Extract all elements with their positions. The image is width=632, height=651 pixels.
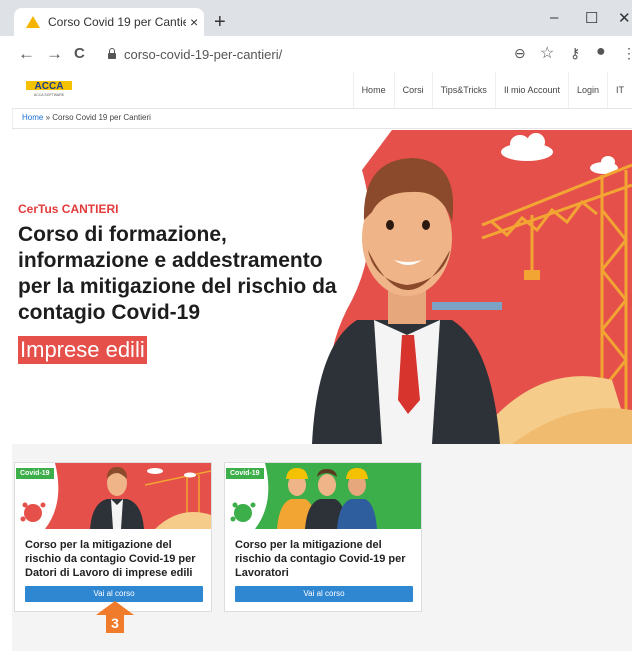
course-card: Covid-19 Corso per la mitigazione del ri…	[14, 462, 212, 612]
acca-logo[interactable]: ACCA ACCA SOFTWARE	[26, 78, 72, 98]
more-menu-icon[interactable]: ⋮	[622, 45, 632, 62]
tab-close-icon[interactable]: ×	[190, 14, 198, 30]
minimize-button[interactable]: –	[550, 9, 558, 26]
step-marker-arrow-icon: 3	[96, 601, 134, 633]
menu-home[interactable]: Home	[352, 72, 394, 108]
menu-tips[interactable]: Tips&Tricks	[431, 72, 495, 108]
url-text[interactable]: corso-covid-19-per-cantieri/	[124, 47, 282, 62]
vai-al-corso-button[interactable]: Vai al corso	[235, 586, 413, 602]
hero-tag: Imprese edili	[18, 336, 147, 364]
bookmark-star-icon[interactable]: ☆	[540, 43, 554, 63]
new-tab-button[interactable]: +	[214, 12, 226, 32]
address-bar[interactable]: corso-covid-19-per-cantieri/	[98, 42, 568, 66]
course-card-title[interactable]: Corso per la mitigazione del rischio da …	[235, 538, 417, 580]
menu-login[interactable]: Login	[567, 72, 607, 108]
address-bar-row: ← → C corso-covid-19-per-cantieri/ ⊖ ☆ ⚷…	[0, 36, 632, 73]
maximize-button[interactable]: ☐	[585, 9, 598, 27]
close-window-button[interactable]: ✕	[618, 9, 631, 27]
browser-tab-strip: Corso Covid 19 per Cantieri - BIM × + – …	[0, 0, 632, 36]
zoom-icon[interactable]: ⊖	[514, 45, 526, 62]
svg-text:ACCA SOFTWARE: ACCA SOFTWARE	[34, 93, 65, 97]
course-card: Covid-19 Corso per la mitigazione del ri…	[224, 462, 422, 612]
step-number: 3	[111, 615, 119, 631]
covid-badge: Covid-19	[16, 468, 54, 479]
key-icon[interactable]: ⚷	[570, 45, 580, 62]
tab-title: Corso Covid 19 per Cantieri - BIM	[48, 15, 186, 29]
course-card-title[interactable]: Corso per la mitigazione del rischio da …	[25, 538, 207, 580]
vai-al-corso-button[interactable]: Vai al corso	[25, 586, 203, 602]
breadcrumb-home-link[interactable]: Home	[22, 113, 43, 122]
forward-button[interactable]: →	[46, 44, 63, 64]
breadcrumb: Home » Corso Covid 19 per Cantieri	[12, 108, 632, 129]
lock-icon	[108, 48, 116, 59]
main-menu: Home Corsi Tips&Tricks Il mio Account Lo…	[352, 72, 632, 108]
profile-icon[interactable]: ●	[596, 43, 606, 61]
covid-badge: Covid-19	[226, 468, 264, 479]
hero-title: Corso di formazione, informazione e adde…	[18, 223, 337, 324]
back-button[interactable]: ←	[18, 44, 35, 64]
hero-subtitle: CerTus CANTIERI	[18, 202, 119, 216]
menu-language[interactable]: IT	[607, 72, 632, 108]
browser-tab[interactable]: Corso Covid 19 per Cantieri - BIM ×	[14, 8, 204, 36]
svg-text:ACCA: ACCA	[35, 81, 64, 92]
menu-account[interactable]: Il mio Account	[494, 72, 568, 108]
reload-button[interactable]: C	[74, 45, 85, 62]
site-header: ACCA ACCA SOFTWARE Home Corsi Tips&Trick…	[12, 72, 632, 109]
hero-banner: CerTus CANTIERI Corso di formazione, inf…	[12, 130, 632, 444]
menu-corsi[interactable]: Corsi	[393, 72, 432, 108]
breadcrumb-current: » Corso Covid 19 per Cantieri	[43, 113, 151, 122]
warning-icon	[26, 16, 40, 28]
